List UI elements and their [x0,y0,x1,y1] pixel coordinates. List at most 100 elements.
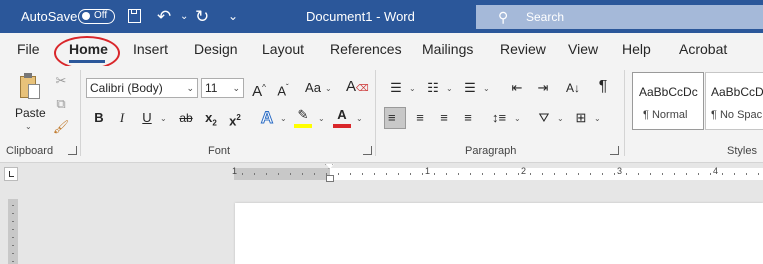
ruler-tick [590,173,591,175]
style-no-spacing[interactable]: AaBbCcDc ¶ No Spac [705,72,763,130]
paste-label[interactable]: Paste [15,106,46,120]
separator [80,70,81,156]
clipboard-launcher-icon[interactable] [68,146,77,155]
tab-mailings[interactable]: Mailings [422,33,473,66]
paste-dropdown-icon[interactable]: ⌄ [25,122,32,131]
text-effects-dropdown-icon[interactable]: ⌄ [280,114,287,123]
sort-icon[interactable]: A↓ [562,77,584,99]
font-launcher-icon[interactable] [363,146,372,155]
undo-icon[interactable]: ↶ [157,0,171,33]
numbering-dropdown-icon[interactable]: ⌄ [446,84,453,93]
highlight-dropdown-icon[interactable]: ⌄ [318,114,325,123]
grow-font-icon[interactable]: A^ [248,77,270,100]
title-bar: AutoSave Off ↶ ⌄ ↻ ⌄ Document1 - Word ⚲ … [0,0,763,33]
tab-file[interactable]: File [17,33,40,66]
styles-group-label: Styles [727,145,757,157]
customize-toolbar-icon[interactable]: ⌄ [228,0,238,33]
bullets-dropdown-icon[interactable]: ⌄ [409,84,416,93]
bold-icon[interactable]: B [88,107,110,129]
ruler-tick [398,173,399,175]
tab-layout[interactable]: Layout [262,33,304,66]
document-page[interactable] [235,203,763,264]
ruler-tick [422,173,423,175]
ruler-number: 3 [617,166,623,176]
highlight-icon[interactable]: ✎ [292,104,314,126]
tab-selector-icon[interactable] [4,167,18,181]
font-color-icon[interactable]: A [331,104,353,126]
font-name-select[interactable]: Calibri (Body) ⌄ [86,78,198,98]
tab-design[interactable]: Design [194,33,238,66]
tab-insert[interactable]: Insert [133,33,168,66]
font-size-select[interactable]: 11 ⌄ [201,78,244,98]
cut-icon[interactable]: ✂ [50,70,72,92]
change-case-icon[interactable]: Aa [302,77,324,99]
ruler-tick [410,173,411,175]
format-painter-icon[interactable]: 🖌 [50,116,72,138]
redo-icon[interactable]: ↻ [195,0,209,33]
save-icon[interactable] [128,9,141,23]
shading-dropdown-icon[interactable]: ⌄ [557,114,564,123]
multilevel-list-dropdown-icon[interactable]: ⌄ [483,84,490,93]
ruler-tick [266,173,267,175]
superscript-icon[interactable]: x2 [224,107,246,129]
strikethrough-icon[interactable]: ab [175,107,197,129]
multilevel-list-icon[interactable]: ☰ [459,77,481,99]
autosave-toggle[interactable]: Off [78,9,115,24]
ruler-tick [434,173,435,175]
line-spacing-dropdown-icon[interactable]: ⌄ [514,114,521,123]
ruler-tick [12,253,14,254]
tab-references[interactable]: References [330,33,402,66]
italic-icon[interactable]: I [111,107,133,129]
ruler-tick [12,213,14,214]
bullets-icon[interactable]: ☰ [385,77,407,99]
borders-dropdown-icon[interactable]: ⌄ [594,114,601,123]
ruler-tick [578,173,579,175]
shrink-font-icon[interactable]: Aˇ [272,77,294,99]
ruler-tick [290,173,291,175]
ruler-tick [734,173,735,175]
ruler-tick [482,173,483,175]
justify-icon[interactable]: ≡ [457,107,479,129]
align-left-button[interactable]: ≡ [384,107,406,129]
underline-icon[interactable]: U [136,107,158,129]
tab-view[interactable]: View [568,33,598,66]
undo-dropdown-icon[interactable]: ⌄ [180,0,188,33]
decrease-indent-icon[interactable]: ⇤ [506,77,528,99]
ruler-tick [686,173,687,175]
separator [375,70,376,156]
tab-acrobat[interactable]: Acrobat [679,33,727,66]
style-sample: AaBbCcDc [639,85,698,99]
vertical-ruler [8,199,18,264]
shading-icon[interactable]: ⛛ [533,107,555,129]
copy-icon[interactable]: ⧉ [50,93,72,115]
tab-review[interactable]: Review [500,33,546,66]
horizontal-ruler-bar: 1 1 2 3 4 [0,163,763,185]
increase-indent-icon[interactable]: ⇥ [532,77,554,99]
numbering-icon[interactable]: ☷ [422,77,444,99]
ruler-tick [12,221,14,222]
ruler-tick [746,173,747,175]
ruler-tick [12,237,14,238]
change-case-dropdown-icon[interactable]: ⌄ [325,84,332,93]
line-spacing-icon[interactable]: ↕≡ [488,107,510,129]
align-right-icon[interactable]: ≡ [433,107,455,129]
clear-formatting-icon[interactable]: A⌫ [346,76,369,98]
separator [624,70,625,156]
subscript-icon[interactable]: x2 [200,107,222,129]
show-formatting-icon[interactable]: ¶ [592,76,614,98]
font-color-dropdown-icon[interactable]: ⌄ [356,114,363,123]
paragraph-group-label: Paragraph [465,145,517,157]
style-name: ¶ No Spac [711,109,763,121]
search-box[interactable]: ⚲ Search [476,5,763,29]
tab-help[interactable]: Help [622,33,651,66]
font-group-label: Font [208,145,231,157]
text-effects-icon[interactable]: A [256,107,278,129]
paragraph-launcher-icon[interactable] [610,146,619,155]
ruler-tick [758,173,759,175]
align-center-icon[interactable]: ≡ [409,107,431,129]
paste-icon[interactable] [18,72,40,100]
chevron-down-icon: ⌄ [186,83,194,93]
style-normal[interactable]: AaBbCcDc ¶ Normal [632,72,704,130]
underline-dropdown-icon[interactable]: ⌄ [160,114,167,123]
borders-icon[interactable]: ⊞ [570,107,592,129]
